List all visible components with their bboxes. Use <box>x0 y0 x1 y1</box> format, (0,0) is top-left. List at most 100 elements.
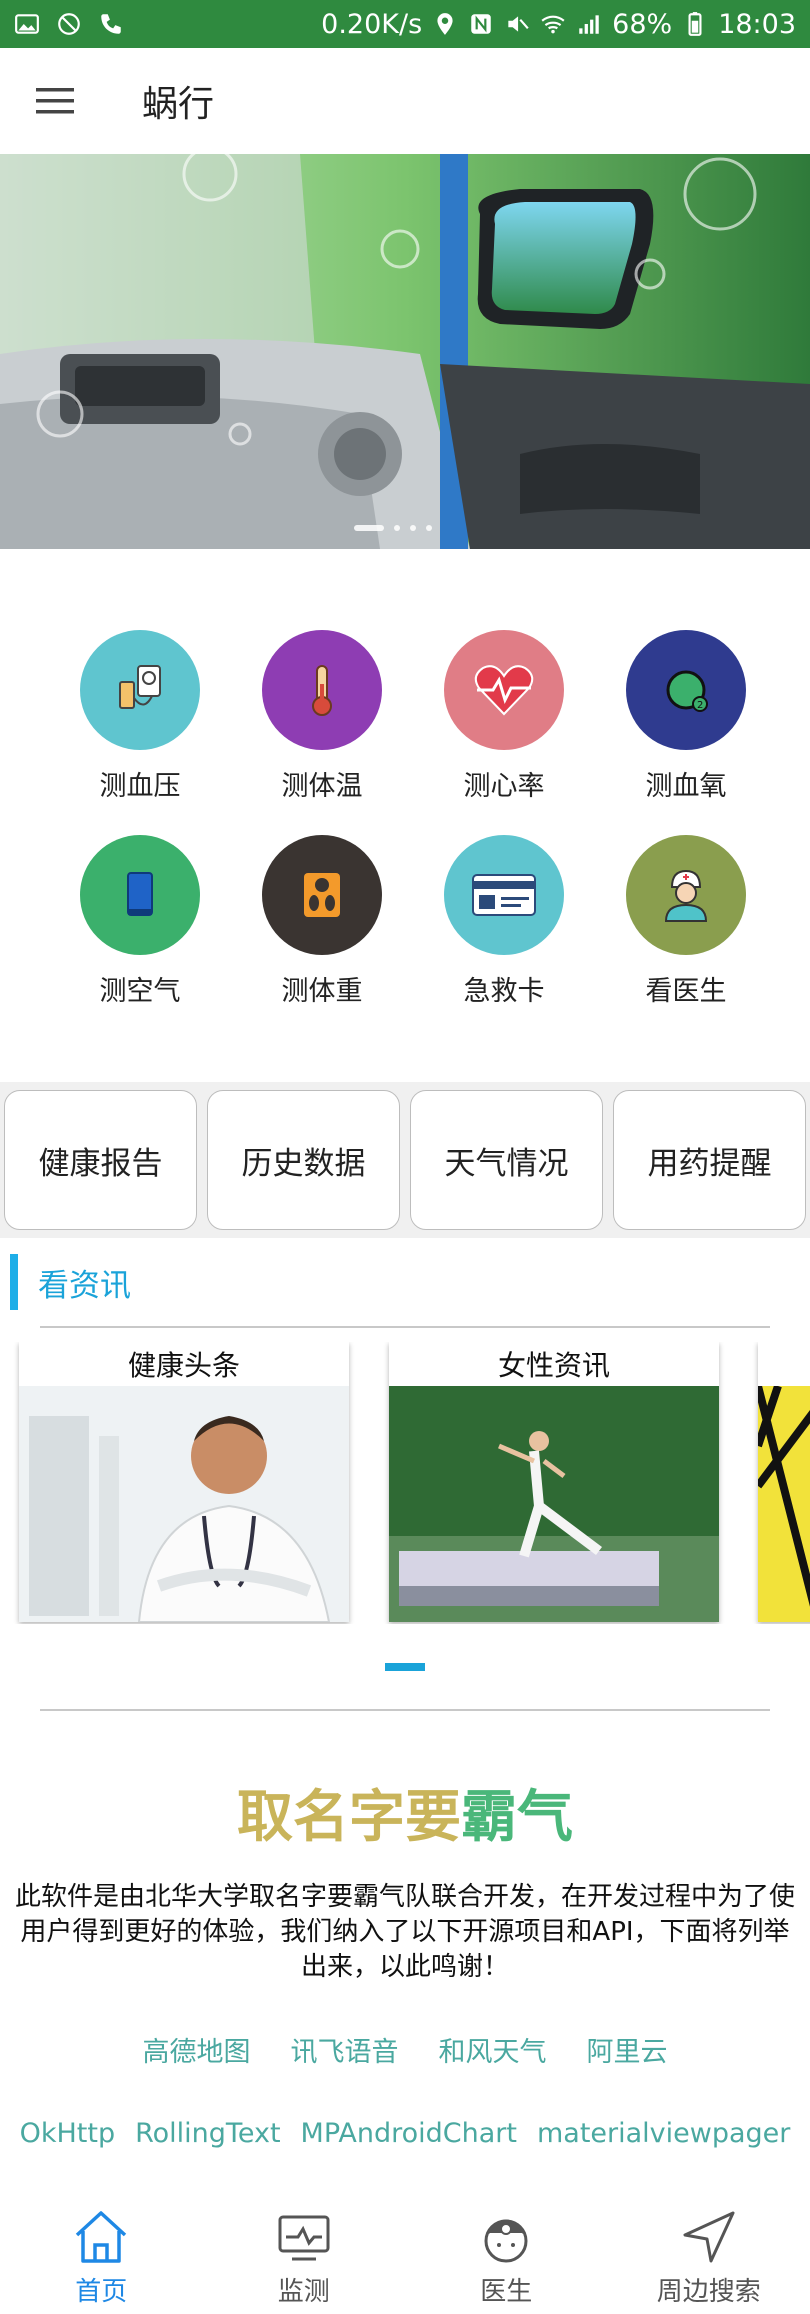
api-links: 高德地图 讯飞语音 和风天气 阿里云 <box>0 2030 810 2069</box>
menu-button[interactable] <box>0 48 110 154</box>
app-title: 蜗行 <box>142 84 215 125</box>
link-aliyun[interactable]: 阿里云 <box>587 2030 668 2069</box>
medication-reminder-button[interactable]: 用药提醒 <box>613 1090 806 1230</box>
news-card-image <box>389 1386 719 1622</box>
blood-oxygen-icon: 2 <box>626 630 746 750</box>
app-bar: 蜗行 <box>0 48 810 154</box>
news-card-women[interactable]: 女性资讯 <box>389 1342 719 1622</box>
battery-icon <box>688 12 702 36</box>
wifi-icon <box>541 15 565 34</box>
link-okhttp[interactable]: OkHttp <box>20 2118 116 2149</box>
news-card-title: 健康头条 <box>127 1349 240 1382</box>
measure-label: 测心率 <box>463 771 545 802</box>
carousel-dot[interactable] <box>410 525 416 531</box>
history-data-button[interactable]: 历史数据 <box>207 1090 400 1230</box>
measure-label: 急救卡 <box>463 976 545 1007</box>
signal-icon <box>579 15 599 34</box>
location-icon <box>437 13 453 35</box>
brand-part-2: 霸气 <box>461 1785 573 1850</box>
gallery-icon <box>15 14 39 34</box>
nav-home[interactable]: 首页 <box>0 2204 203 2314</box>
news-card-image <box>758 1386 810 1622</box>
nav-label: 医生 <box>480 2277 533 2307</box>
weather-button[interactable]: 天气情况 <box>410 1090 603 1230</box>
measure-air[interactable]: 测空气 <box>78 835 202 1008</box>
navigation-arrow-icon <box>683 2211 735 2263</box>
link-iflytek[interactable]: 讯飞语音 <box>291 2030 399 2069</box>
measure-label: 测空气 <box>99 976 181 1007</box>
status-right: 0.20K/s 68% 18:03 <box>321 9 796 40</box>
mute-icon <box>508 16 529 32</box>
svg-text:2: 2 <box>697 700 703 711</box>
measure-emergency-card[interactable]: 急救卡 <box>442 835 566 1008</box>
news-card-partial[interactable] <box>758 1342 810 1622</box>
news-card-title: 女性资讯 <box>497 1349 610 1382</box>
team-brand: 取名字要霸气 <box>0 1772 810 1853</box>
divider <box>40 1326 770 1328</box>
measurement-row: 测血压 测体温 测心率 2 测血氧 <box>0 630 810 803</box>
nav-label: 首页 <box>75 2277 128 2307</box>
status-bar: 0.20K/s 68% 18:03 <box>0 0 810 48</box>
about-text: 此软件是由北华大学取名字要霸气队联合开发，在开发过程中为了使用户得到更好的体验，… <box>14 1882 795 1982</box>
measure-doctor[interactable]: 看医生 <box>624 835 748 1008</box>
nav-monitor[interactable]: 监测 <box>203 2204 406 2314</box>
heart-rate-icon <box>444 630 564 750</box>
news-cards-pager[interactable]: 健康头条 女性资讯 <box>0 1342 810 1624</box>
doctor-icon <box>626 835 746 955</box>
phone-call-icon <box>101 14 121 34</box>
doctor-face-icon <box>484 2219 528 2263</box>
measure-heart-rate[interactable]: 测心率 <box>442 630 566 803</box>
banner-image <box>0 154 810 549</box>
measure-blood-pressure[interactable]: 测血压 <box>78 630 202 803</box>
carousel-dot[interactable] <box>426 525 432 531</box>
network-speed: 0.20K/s <box>321 8 423 40</box>
measurement-grid: 测血压 测体温 测心率 2 测血氧 测空气 测体重 急救卡 看医生 <box>0 630 810 1008</box>
carousel-dot[interactable] <box>394 525 400 531</box>
link-heweather[interactable]: 和风天气 <box>439 2030 547 2069</box>
quick-actions: 健康报告 历史数据 天气情况 用药提醒 <box>0 1082 810 1238</box>
measurement-row: 测空气 测体重 急救卡 看医生 <box>0 835 810 1008</box>
link-amap[interactable]: 高德地图 <box>143 2030 251 2069</box>
banner-carousel[interactable] <box>0 154 810 549</box>
measure-blood-oxygen[interactable]: 2 测血氧 <box>624 630 748 803</box>
id-card-icon <box>444 835 564 955</box>
status-left-icons <box>14 11 124 37</box>
section-accent-bar <box>10 1254 18 1310</box>
measure-weight[interactable]: 测体重 <box>260 835 384 1008</box>
link-mpandroidchart[interactable]: MPAndroidChart <box>301 2118 517 2149</box>
link-materialviewpager[interactable]: materialviewpager <box>537 2118 790 2149</box>
nav-label: 监测 <box>277 2277 330 2307</box>
weight-scale-icon <box>262 835 382 955</box>
nav-label: 周边搜索 <box>656 2277 761 2307</box>
measure-label: 看医生 <box>645 976 727 1007</box>
app-screen: 0.20K/s 68% 18:03 蜗行 测血压 测体温 测心率 2 测血氧 测… <box>0 0 810 2314</box>
measure-label: 测体温 <box>281 771 363 802</box>
nav-doctor[interactable]: 医生 <box>405 2204 608 2314</box>
news-card-title <box>758 1342 810 1386</box>
home-icon <box>76 2211 127 2263</box>
monitor-icon <box>278 2215 330 2261</box>
measure-label: 测体重 <box>281 976 363 1007</box>
thermometer-icon <box>262 630 382 750</box>
measure-label: 测血压 <box>99 771 181 802</box>
bottom-navigation: 首页 监测 医生 周边搜索 <box>0 2204 810 2314</box>
blocked-icon <box>58 13 80 35</box>
measure-temperature[interactable]: 测体温 <box>260 630 384 803</box>
battery-percent: 68% <box>612 8 673 40</box>
nfc-icon <box>471 14 491 34</box>
nav-nearby-search[interactable]: 周边搜索 <box>608 2204 810 2314</box>
divider <box>40 1709 770 1711</box>
carousel-dot[interactable] <box>354 525 384 531</box>
link-rollingtext[interactable]: RollingText <box>135 2118 280 2149</box>
news-section-header: 看资讯 <box>0 1250 810 1314</box>
brand-part-1: 取名字要 <box>237 1785 461 1850</box>
news-card-health[interactable]: 健康头条 <box>19 1342 349 1622</box>
health-report-button[interactable]: 健康报告 <box>4 1090 197 1230</box>
opensource-links: OkHttp RollingText MPAndroidChart materi… <box>0 2118 810 2149</box>
measure-label: 测血氧 <box>645 771 727 802</box>
news-card-image <box>19 1386 349 1622</box>
carousel-indicator <box>354 525 432 531</box>
clock: 18:03 <box>718 8 796 40</box>
news-page-indicator <box>385 1663 425 1671</box>
blood-pressure-icon <box>80 630 200 750</box>
